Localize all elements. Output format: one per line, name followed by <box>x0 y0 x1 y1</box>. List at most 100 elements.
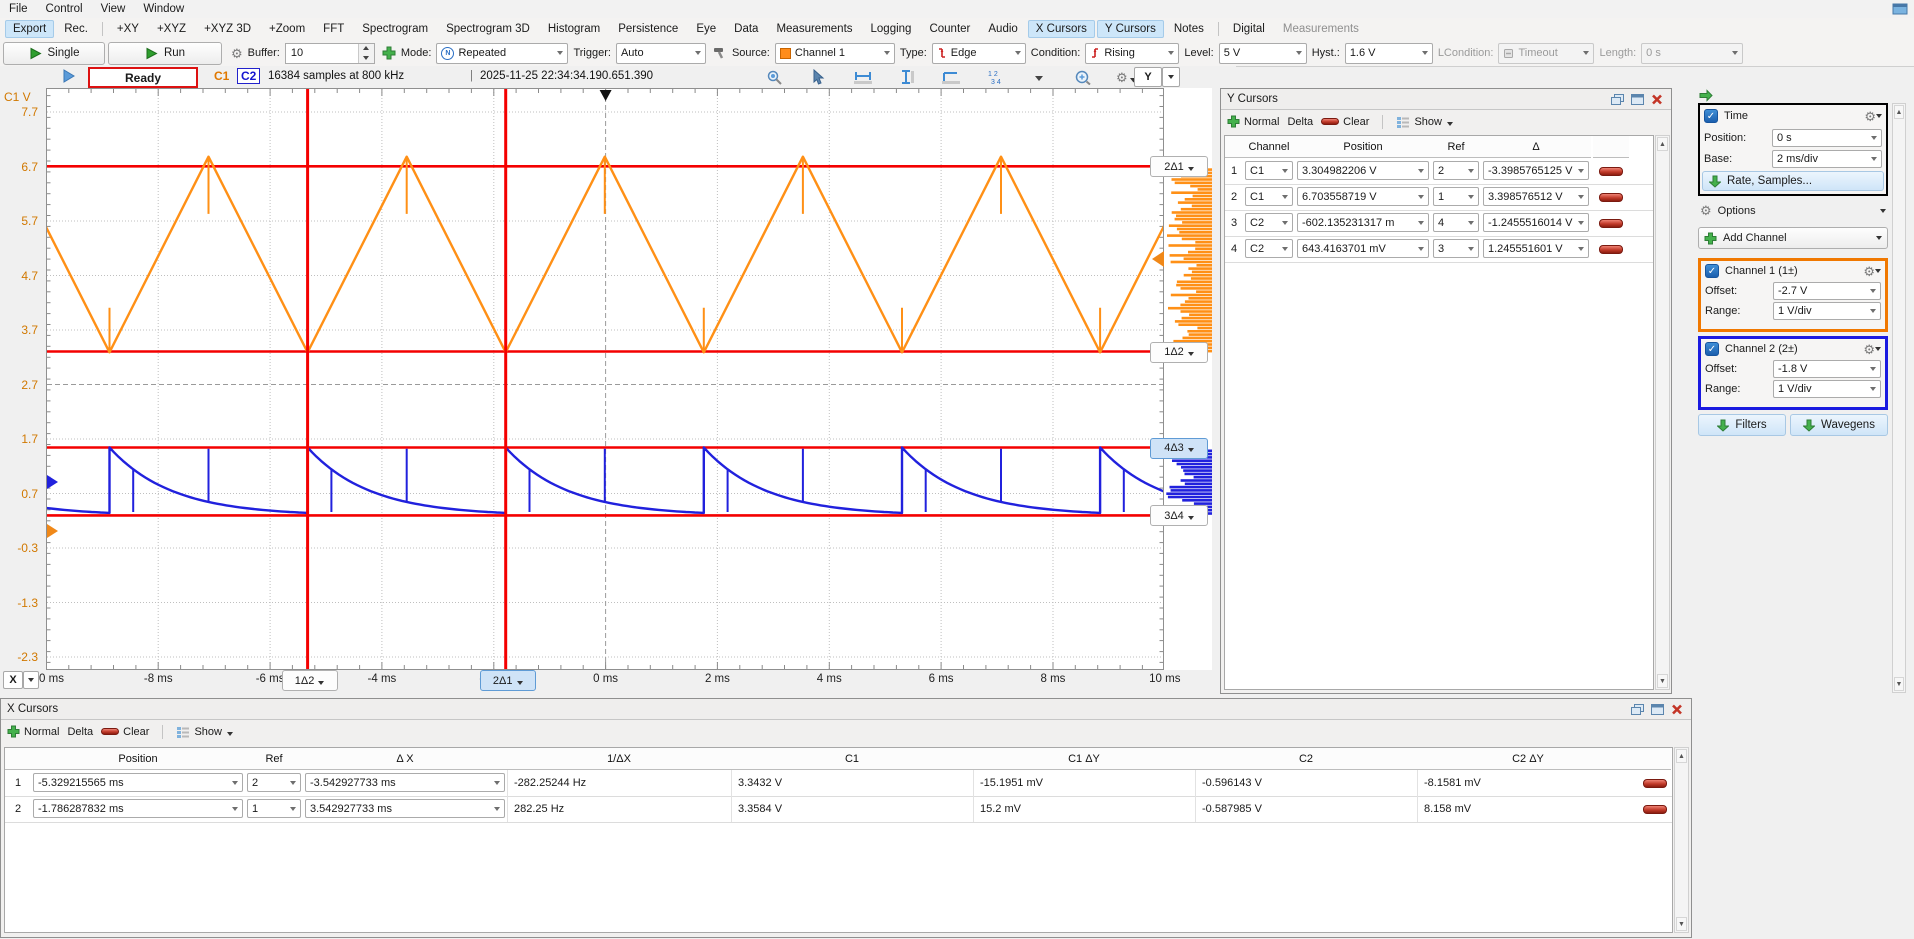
channel1-checkbox[interactable]: ✓ <box>1705 264 1719 278</box>
cursor-ref-select[interactable]: 2 <box>247 773 301 792</box>
time-position-select[interactable]: 0 s <box>1772 129 1882 147</box>
cursor-dx-select[interactable]: 3.542927733 ms <box>305 799 505 818</box>
y-panel-scrollbar[interactable]: ▲ ▼ <box>1655 135 1670 690</box>
x-show-button[interactable]: Show <box>176 726 233 738</box>
tools-dropdown-icon[interactable] <box>1028 67 1050 87</box>
level-select[interactable]: 5 V <box>1219 43 1307 64</box>
cursor-ref-select[interactable]: 2 <box>1433 161 1479 180</box>
viewbar-item-audio[interactable]: Audio <box>980 20 1025 38</box>
y-cursor-marker-4Δ3[interactable]: 4Δ3 <box>1150 438 1208 459</box>
remove-cursor-button[interactable] <box>1599 167 1623 176</box>
menu-window[interactable]: Window <box>134 2 193 16</box>
viewbar-item-y-cursors[interactable]: Y Cursors <box>1097 20 1164 38</box>
measure-corner-icon[interactable] <box>940 67 962 87</box>
sidebar-scrollbar[interactable]: ▲ ▼ <box>1892 103 1906 693</box>
trigger-level-marker[interactable] <box>1152 251 1164 267</box>
channel2-offset-select[interactable]: -1.8 V <box>1773 360 1881 378</box>
mode-select[interactable]: N Repeated <box>436 43 568 64</box>
y-axis-selector[interactable]: Y <box>1134 67 1180 87</box>
channel1-gear-icon[interactable]: ⚙ <box>1863 265 1881 278</box>
viewbar-item-fft[interactable]: FFT <box>315 20 352 38</box>
viewbar-item--zoom[interactable]: +Zoom <box>261 20 313 38</box>
cursor-delta-select[interactable]: -1.2455516014 V <box>1483 213 1589 232</box>
y-cursor-marker-1Δ2[interactable]: 1Δ2 <box>1150 342 1208 363</box>
channel1-offset-select[interactable]: -2.7 V <box>1773 282 1881 300</box>
viewbar-item-logging[interactable]: Logging <box>863 20 920 38</box>
maximize-icon[interactable] <box>1629 93 1645 106</box>
cursor-position-select[interactable]: 643.4163701 mV <box>1297 239 1429 258</box>
viewbar-item-measurements[interactable]: Measurements <box>768 20 860 38</box>
options-button[interactable]: ⚙ Options <box>1700 204 1886 217</box>
buffer-spinner[interactable]: 10 <box>285 43 375 64</box>
single-button[interactable]: Single <box>3 42 105 65</box>
zoom-region-icon[interactable] <box>1072 67 1094 87</box>
restore-icon[interactable] <box>1609 93 1625 106</box>
remove-cursor-button[interactable] <box>1599 219 1623 228</box>
cursor-channel-select[interactable]: C1 <box>1245 161 1293 180</box>
y-delta-button[interactable]: Delta <box>1287 116 1313 128</box>
channel2-tag[interactable]: C2 <box>237 68 260 84</box>
viewbar-item-counter[interactable]: Counter <box>921 20 978 38</box>
scroll-down-arrow[interactable]: ▼ <box>1894 677 1904 691</box>
plot-area[interactable] <box>46 88 1164 670</box>
trigger-select[interactable]: Auto <box>616 43 706 64</box>
measure-horizontal-icon[interactable] <box>852 67 874 87</box>
cursor-delta-select[interactable]: 1.245551601 V <box>1483 239 1589 258</box>
hysteresis-select[interactable]: 1.6 V <box>1345 43 1433 64</box>
cursor-position-select[interactable]: 6.703558719 V <box>1297 187 1429 206</box>
viewbar-item-eye[interactable]: Eye <box>688 20 724 38</box>
type-select[interactable]: Edge <box>932 43 1026 64</box>
viewbar-item--xyz[interactable]: +XYZ <box>149 20 194 38</box>
y-cursor-marker-3Δ4[interactable]: 3Δ4 <box>1150 505 1208 526</box>
x-axis-selector[interactable]: X <box>3 671 39 689</box>
cursor-position-select[interactable]: -5.329215565 ms <box>33 773 243 792</box>
y-show-button[interactable]: Show <box>1396 116 1453 128</box>
cursor-position-select[interactable]: 3.304982206 V <box>1297 161 1429 180</box>
menu-view[interactable]: View <box>92 2 135 16</box>
channel2-gear-icon[interactable]: ⚙ <box>1863 343 1881 356</box>
scroll-down-arrow[interactable]: ▼ <box>1676 917 1687 931</box>
x-clear-button[interactable]: Clear <box>101 726 149 738</box>
timeout-select[interactable]: Timeout <box>1498 43 1594 64</box>
viewbar-item-spectrogram-3d[interactable]: Spectrogram 3D <box>438 20 538 38</box>
y-clear-button[interactable]: Clear <box>1321 116 1369 128</box>
length-select[interactable]: 0 s <box>1641 43 1743 64</box>
close-icon[interactable] <box>1649 93 1665 106</box>
pointer-icon[interactable] <box>808 67 830 87</box>
viewbar-item-persistence[interactable]: Persistence <box>610 20 686 38</box>
x-delta-button[interactable]: Delta <box>67 726 93 738</box>
scroll-up-arrow[interactable]: ▲ <box>1676 749 1687 763</box>
channels-1234-icon[interactable]: 1 23 4 <box>984 67 1006 87</box>
remove-cursor-button[interactable] <box>1599 245 1623 254</box>
condition-select[interactable]: Rising <box>1085 43 1179 64</box>
remove-cursor-button[interactable] <box>1643 779 1667 788</box>
time-checkbox[interactable]: ✓ <box>1704 109 1718 123</box>
time-base-select[interactable]: 2 ms/div <box>1772 150 1882 168</box>
channel1-range-select[interactable]: 1 V/div <box>1773 302 1881 320</box>
channel1-tag[interactable]: C1 <box>214 69 229 83</box>
cursor-ref-select[interactable]: 1 <box>1433 187 1479 206</box>
wavegens-button[interactable]: Wavegens <box>1790 414 1888 436</box>
channel2-range-select[interactable]: 1 V/div <box>1773 380 1881 398</box>
cursor-dx-select[interactable]: -3.542927733 ms <box>305 773 505 792</box>
cursor-channel-select[interactable]: C1 <box>1245 187 1293 206</box>
scroll-down-arrow[interactable]: ▼ <box>1657 674 1668 688</box>
viewbar-item-notes[interactable]: Notes <box>1166 20 1212 38</box>
viewbar-item-x-cursors[interactable]: X Cursors <box>1028 20 1095 38</box>
restore-icon[interactable] <box>1629 703 1645 716</box>
cursor-channel-select[interactable]: C2 <box>1245 213 1293 232</box>
viewbar-item--xy[interactable]: +XY <box>109 20 147 38</box>
window-icon[interactable] <box>1892 3 1908 18</box>
menu-control[interactable]: Control <box>37 2 92 16</box>
add-channel-button[interactable]: Add Channel <box>1698 227 1888 249</box>
remove-cursor-button[interactable] <box>1599 193 1623 202</box>
x-cursor-marker-1Δ2[interactable]: 1Δ2 <box>282 670 338 691</box>
time-gear-icon[interactable]: ⚙ <box>1864 110 1882 123</box>
source-select[interactable]: Channel 1 <box>775 43 895 64</box>
scroll-up-arrow[interactable]: ▲ <box>1657 137 1668 151</box>
menu-file[interactable]: File <box>0 2 37 16</box>
cursor-ref-select[interactable]: 3 <box>1433 239 1479 258</box>
add-mode-icon[interactable] <box>382 46 396 60</box>
cursor-position-select[interactable]: -1.786287832 ms <box>33 799 243 818</box>
rate-samples-button[interactable]: Rate, Samples... <box>1702 171 1884 191</box>
